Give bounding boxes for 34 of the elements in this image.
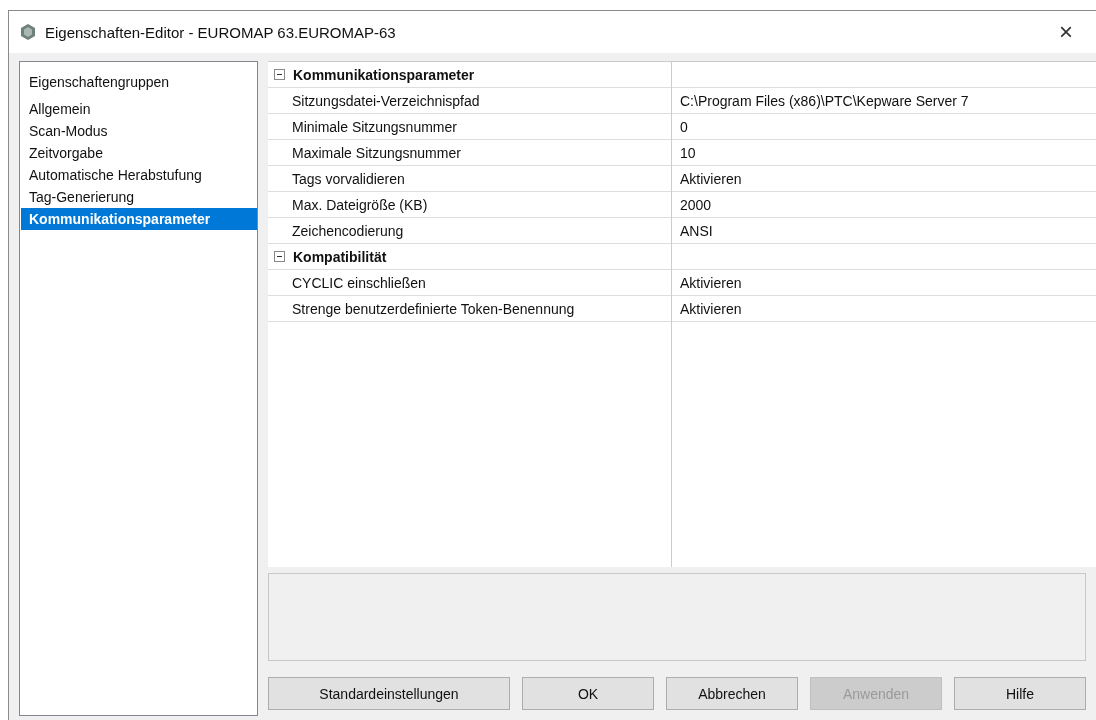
- property-name[interactable]: Sitzungsdatei-Verzeichnispfad: [268, 88, 672, 114]
- group-item[interactable]: Automatische Herabstufung: [21, 164, 257, 186]
- property-name[interactable]: Tags vorvalidieren: [268, 166, 672, 192]
- dialog-button[interactable]: Abbrechen: [666, 677, 798, 710]
- collapse-icon[interactable]: [274, 251, 285, 262]
- property-value[interactable]: Aktivieren: [672, 296, 1096, 322]
- group-title: Kommunikationsparameter: [293, 66, 475, 83]
- property-name[interactable]: Minimale Sitzungsnummer: [268, 114, 672, 140]
- property-value[interactable]: ANSI: [672, 218, 1096, 244]
- group-item[interactable]: Zeitvorgabe: [21, 142, 257, 164]
- group-title: Kompatibilität: [293, 248, 387, 265]
- property-value[interactable]: 2000: [672, 192, 1096, 218]
- close-button[interactable]: ×: [1046, 17, 1086, 47]
- property-name[interactable]: CYCLIC einschließen: [268, 270, 672, 296]
- property-name[interactable]: Zeichencodierung: [268, 218, 672, 244]
- dialog-button[interactable]: Standardeinstellungen: [268, 677, 510, 710]
- property-value[interactable]: Aktivieren: [672, 270, 1096, 296]
- property-name[interactable]: Strenge benutzerdefinierte Token-Benennung: [268, 296, 672, 322]
- property-name[interactable]: Maximale Sitzungsnummer: [268, 140, 672, 166]
- collapse-icon[interactable]: [274, 69, 285, 80]
- property-value[interactable]: 0: [672, 114, 1096, 140]
- group-list-header: Eigenschaftengruppen: [28, 73, 171, 92]
- property-value[interactable]: Aktivieren: [672, 166, 1096, 192]
- group-item[interactable]: Tag-Generierung: [21, 186, 257, 208]
- dialog-button[interactable]: OK: [522, 677, 654, 710]
- group-item[interactable]: Allgemein: [21, 98, 257, 120]
- window-title: Eigenschaften-Editor - EUROMAP 63.EUROMAP-63: [45, 23, 397, 41]
- app-logo-icon: [19, 23, 37, 41]
- group-item[interactable]: Kommunikationsparameter: [21, 208, 257, 230]
- dialog-button[interactable]: Hilfe: [954, 677, 1086, 710]
- property-name[interactable]: Max. Dateigröße (KB): [268, 192, 672, 218]
- property-value[interactable]: 10: [672, 140, 1096, 166]
- property-value[interactable]: C:\Program Files (x86)\PTC\Kepware Server 7: [672, 88, 1096, 114]
- group-item[interactable]: Scan-Modus: [21, 120, 257, 142]
